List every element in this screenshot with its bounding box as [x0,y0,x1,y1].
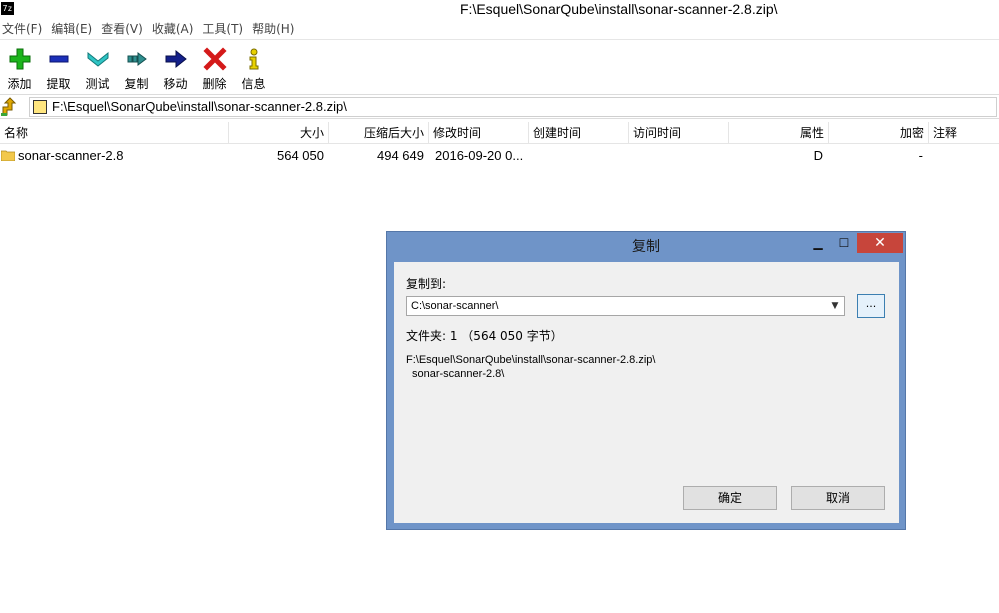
dialog-body: 复制到: C:\sonar-scanner\ ▼ ... 文件夹: 1 （564… [394,262,899,523]
row-modified: 2016-09-20 0... [435,148,524,163]
up-folder-button[interactable] [0,97,18,117]
archive-icon [33,100,47,114]
extract-icon [49,55,68,63]
folder-icon [1,150,15,161]
column-modified[interactable]: 修改时间 [429,122,529,144]
copy-to-label: 复制到: [406,277,447,291]
row-encrypted: - [918,148,923,163]
copy-label: 复制 [124,77,149,91]
copy-icon [127,52,147,66]
row-name: sonar-scanner-2.8 [18,148,124,163]
test-label: 测试 [85,77,110,91]
row-attributes: D [813,148,823,163]
row-comment [929,145,999,167]
column-accessed[interactable]: 访问时间 [629,122,729,144]
info-label: 信息 [241,77,266,91]
address-path: F:\Esquel\SonarQube\install\sonar-scanne… [52,99,347,114]
app-icon: 7z [1,2,14,15]
folder-summary: 文件夹: 1 （564 050 字节） [406,329,563,343]
menu-help[interactable]: 帮助(H) [250,19,301,40]
up-arrow-icon [1,97,17,116]
address-bar: F:\Esquel\SonarQube\install\sonar-scanne… [0,94,999,119]
add-icon [9,48,30,70]
minimize-button[interactable]: ▁ [805,233,831,253]
column-attributes[interactable]: 属性 [729,122,829,144]
copy-dialog: 复制 ▁ ☐ ✕ 复制到: C:\sonar-scanner\ ▼ ... 文件… [386,231,906,530]
destination-value: C:\sonar-scanner\ [411,300,499,312]
column-name[interactable]: 名称 [0,122,229,144]
menu-tools[interactable]: 工具(T) [200,19,250,40]
close-button[interactable]: ✕ [857,233,903,253]
address-input[interactable]: F:\Esquel\SonarQube\install\sonar-scanne… [29,97,997,117]
extract-button[interactable]: 提取 [39,41,78,93]
extract-label: 提取 [46,77,71,91]
menu-bar: 文件(F) 编辑(E) 查看(V) 收藏(A) 工具(T) 帮助(H) [0,19,999,40]
file-list-header: 名称 大小 压缩后大小 修改时间 创建时间 访问时间 属性 加密 注释 [0,122,999,144]
row-created [529,145,629,167]
copy-button[interactable]: 复制 [117,41,156,93]
move-icon [165,49,187,69]
delete-label: 删除 [202,77,227,91]
source-path-line2: sonar-scanner-2.8\ [412,368,505,380]
move-label: 移动 [163,77,188,91]
menu-file[interactable]: 文件(F) [0,19,49,40]
browse-button[interactable]: ... [857,294,885,318]
window-title: F:\Esquel\SonarQube\install\sonar-scanne… [460,1,778,17]
row-packed-size: 494 649 [377,148,424,163]
ok-button[interactable]: 确定 [683,486,777,510]
menu-favorites[interactable]: 收藏(A) [150,19,201,40]
destination-combobox[interactable]: C:\sonar-scanner\ ▼ [406,296,845,316]
table-row[interactable]: sonar-scanner-2.8 564 050 494 649 2016-0… [0,145,999,167]
cancel-button[interactable]: 取消 [791,486,885,510]
menu-edit[interactable]: 编辑(E) [49,19,99,40]
info-icon [249,48,258,70]
delete-button[interactable]: 删除 [195,41,234,93]
maximize-button[interactable]: ☐ [831,233,857,253]
row-size: 564 050 [277,148,324,163]
test-icon [87,51,108,67]
delete-icon [202,47,227,71]
menu-view[interactable]: 查看(V) [99,19,150,40]
column-size[interactable]: 大小 [229,122,329,144]
info-button[interactable]: 信息 [234,41,273,93]
move-button[interactable]: 移动 [156,41,195,93]
column-encrypted[interactable]: 加密 [829,122,929,144]
column-created[interactable]: 创建时间 [529,122,629,144]
toolbar: 添加 提取 测试 复制 移动 删除 信息 [0,41,999,93]
title-bar: 7z F:\Esquel\SonarQube\install\sonar-sca… [0,0,999,19]
column-packed-size[interactable]: 压缩后大小 [329,122,429,144]
row-accessed [629,145,729,167]
source-path-line1: F:\Esquel\SonarQube\install\sonar-scanne… [406,354,656,366]
add-button[interactable]: 添加 [0,41,39,93]
test-button[interactable]: 测试 [78,41,117,93]
column-comment[interactable]: 注释 [929,122,999,144]
add-label: 添加 [7,77,32,91]
chevron-down-icon[interactable]: ▼ [828,299,842,313]
